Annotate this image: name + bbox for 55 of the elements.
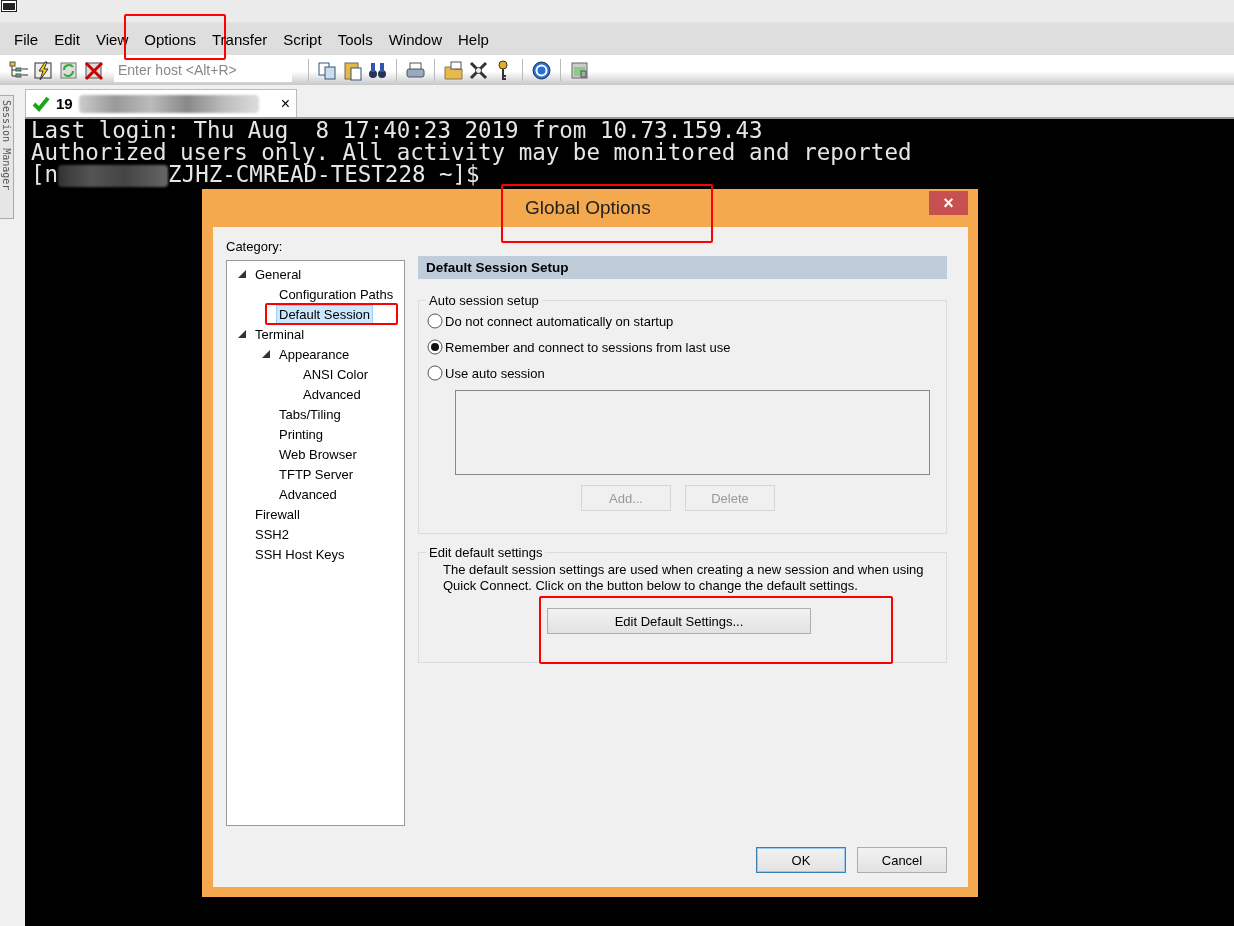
terminal-line: [n — [31, 161, 59, 187]
tools-icon[interactable] — [468, 59, 489, 81]
printer-icon[interactable] — [405, 59, 426, 81]
tree-list-icon[interactable] — [8, 59, 29, 81]
cross-icon[interactable] — [83, 59, 104, 81]
group-label: Auto session setup — [428, 293, 540, 308]
group-label: Edit default settings — [428, 545, 544, 560]
paste-icon[interactable] — [342, 59, 363, 81]
tab-title: 19 — [56, 95, 73, 112]
category-label: Category: — [226, 239, 284, 254]
menu-item[interactable]: Options — [136, 26, 204, 52]
session-list[interactable] — [455, 390, 930, 475]
tree-item[interactable]: Web Browser — [276, 444, 360, 464]
radio-option[interactable]: Remember and connect to sessions from last use — [419, 334, 737, 360]
tree-item[interactable]: Printing — [276, 424, 327, 444]
expanded-arrow-icon[interactable] — [238, 330, 246, 338]
tree-item[interactable]: Advanced — [276, 484, 340, 504]
copy-icon[interactable] — [317, 59, 338, 81]
panel-title: Default Session Setup — [418, 256, 947, 279]
lightning-icon[interactable] — [33, 59, 54, 81]
description-text: The default session settings are used when creating a new session and when using Quick Connect. Click on the button below to change the default settings. — [442, 561, 925, 594]
close-tab-button[interactable]: × — [280, 94, 290, 113]
terminal-line: Last login: Thu Aug 8 17:40:23 2019 from 10.73.159.43 — [31, 117, 763, 143]
tree-item[interactable]: Firewall — [252, 504, 303, 524]
folder-icon[interactable] — [443, 59, 464, 81]
dialog-button[interactable]: Cancel — [857, 847, 947, 873]
tree-item[interactable]: Advanced — [300, 384, 364, 404]
menu-item[interactable]: Tools — [329, 26, 381, 52]
expanded-arrow-icon[interactable] — [262, 350, 270, 358]
menu-item[interactable]: Window — [380, 26, 450, 52]
tree-item[interactable]: General — [252, 264, 305, 284]
help-icon[interactable] — [531, 59, 552, 81]
menu-item[interactable]: Help — [450, 26, 497, 52]
expanded-arrow-icon[interactable] — [238, 270, 246, 278]
window-icon[interactable] — [569, 59, 590, 81]
close-button[interactable]: × — [929, 191, 968, 215]
menu-item[interactable]: Script — [275, 26, 330, 52]
edit-settings-button[interactable]: Edit Default Settings... — [547, 608, 811, 634]
session-manager-tab[interactable]: Session Manager — [0, 95, 14, 219]
tree-item[interactable]: ANSI Color — [300, 364, 372, 384]
app-icon[interactable] — [1, 0, 17, 12]
radio-option[interactable]: Do not connect automatically on startup — [419, 308, 680, 334]
tree-item[interactable]: Configuration Paths — [276, 284, 397, 304]
tree-item[interactable]: Tabs/Tiling — [276, 404, 344, 424]
tree-item[interactable]: Appearance — [276, 344, 353, 364]
radio-option[interactable]: Use auto session — [419, 360, 551, 386]
menu-item[interactable]: Edit — [46, 26, 89, 52]
dialog-button[interactable]: OK — [756, 847, 846, 873]
tree-item[interactable]: SSH Host Keys — [252, 544, 348, 564]
menu-item[interactable]: File — [6, 26, 47, 52]
session-tab[interactable]: 19 × — [25, 89, 297, 117]
tree-item[interactable]: TFTP Server — [276, 464, 357, 484]
tree-item[interactable]: SSH2 — [252, 524, 292, 544]
dialog-title: Global Options — [525, 197, 651, 219]
tree-item[interactable]: Terminal — [252, 324, 308, 344]
